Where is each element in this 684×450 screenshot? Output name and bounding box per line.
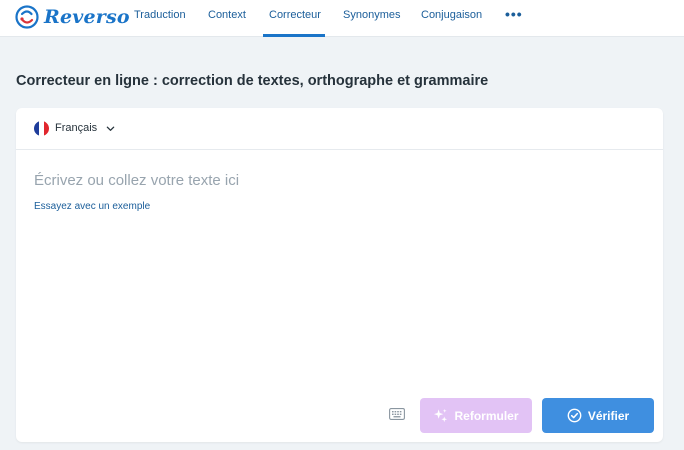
verify-button[interactable]: Vérifier bbox=[542, 398, 654, 433]
text-editor-input[interactable]: Écrivez ou collez votre texte ici bbox=[34, 172, 239, 189]
active-tab-indicator bbox=[263, 34, 325, 37]
sparkle-icon bbox=[434, 408, 448, 423]
reverso-logo-icon bbox=[15, 5, 39, 29]
more-horizontal-icon[interactable]: ••• bbox=[505, 6, 523, 22]
reformulate-button[interactable]: Reformuler bbox=[420, 398, 532, 433]
language-label: Français bbox=[55, 122, 98, 134]
card-header: Français bbox=[16, 108, 663, 150]
verify-label: Vérifier bbox=[587, 408, 630, 423]
nav-traduction[interactable]: Traduction bbox=[134, 9, 186, 21]
keyboard-icon[interactable] bbox=[389, 408, 405, 420]
reverso-logo[interactable]: Reverso bbox=[15, 4, 130, 30]
reformulate-label: Reformuler bbox=[454, 408, 519, 423]
chevron-down-icon bbox=[106, 126, 115, 131]
page-title-rest: correction de textes, orthographe et gra… bbox=[157, 73, 489, 89]
flag-fr-icon bbox=[34, 120, 49, 136]
top-navigation-bar: Reverso Traduction Context Correcteur Sy… bbox=[0, 0, 684, 37]
brand-name: Reverso bbox=[44, 6, 130, 28]
corrector-card: Français Écrivez ou collez votre texte i… bbox=[16, 108, 663, 442]
page-title: Correcteur en ligne : correction de text… bbox=[16, 73, 488, 89]
language-selector[interactable]: Français bbox=[34, 120, 115, 136]
try-example-link[interactable]: Essayez avec un exemple bbox=[34, 201, 150, 212]
nav-correcteur[interactable]: Correcteur bbox=[269, 9, 321, 21]
page-title-bold: Correcteur en ligne : bbox=[16, 73, 158, 89]
nav-context[interactable]: Context bbox=[208, 9, 246, 21]
nav-synonymes[interactable]: Synonymes bbox=[343, 9, 400, 21]
check-circle-icon bbox=[567, 408, 582, 423]
nav-conjugaison[interactable]: Conjugaison bbox=[421, 9, 482, 21]
